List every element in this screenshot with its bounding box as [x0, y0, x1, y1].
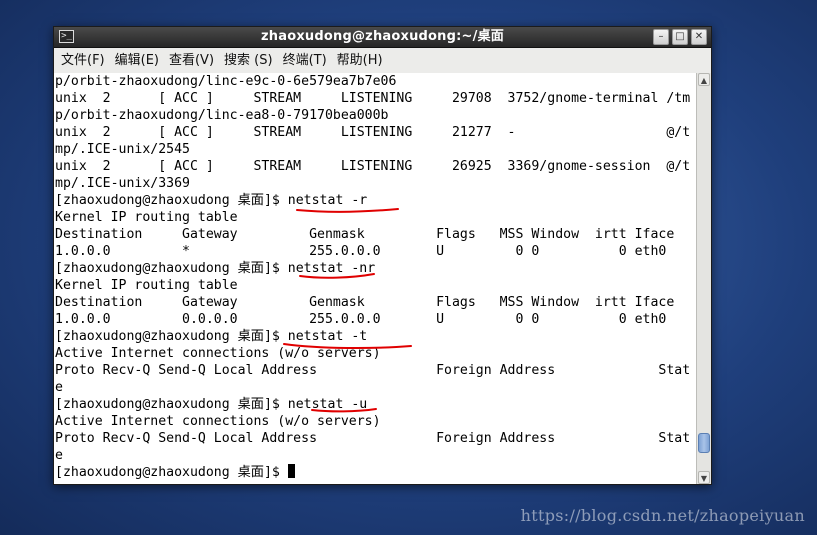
terminal-line: [zhaoxudong@zhaoxudong 桌面]$ netstat -r [55, 193, 368, 208]
menu-bar: 文件(F) 编辑(E) 查看(V) 搜索 (S) 终端(T) 帮助(H) [54, 48, 711, 74]
menu-help[interactable]: 帮助(H) [333, 48, 387, 73]
terminal-line: Proto Recv-Q Send-Q Local Address Foreig… [55, 363, 691, 378]
maximize-button[interactable]: □ [672, 29, 688, 45]
watermark: https://blog.csdn.net/zhaopeiyuan [520, 506, 805, 525]
terminal-line: e [55, 448, 63, 463]
terminal-line: 1.0.0.0 0.0.0.0 255.0.0.0 U 0 0 0 eth0 [55, 312, 667, 327]
menu-view[interactable]: 查看(V) [165, 48, 218, 73]
scrollbar-thumb[interactable] [698, 432, 710, 453]
menu-terminal[interactable]: 终端(T) [279, 48, 331, 73]
menu-search[interactable]: 搜索 (S) [220, 48, 277, 73]
window-title: zhaoxudong@zhaoxudong:~/桌面 [261, 29, 504, 44]
terminal-line: [zhaoxudong@zhaoxudong 桌面]$ netstat -nr [55, 261, 376, 276]
terminal-line: Destination Gateway Genmask Flags MSS Wi… [55, 227, 675, 242]
close-button[interactable]: ✕ [691, 29, 707, 45]
minimize-button[interactable]: – [653, 29, 669, 45]
terminal-line: unix 2 [ ACC ] STREAM LISTENING 26925 33… [55, 159, 691, 174]
terminal-window: >_ zhaoxudong@zhaoxudong:~/桌面 – □ ✕ 文件(F… [53, 26, 712, 485]
terminal-line: Proto Recv-Q Send-Q Local Address Foreig… [55, 431, 691, 446]
terminal-line: unix 2 [ ACC ] STREAM LISTENING 29708 37… [55, 91, 691, 106]
terminal-line: Destination Gateway Genmask Flags MSS Wi… [55, 295, 675, 310]
terminal-line: 1.0.0.0 * 255.0.0.0 U 0 0 0 eth0 [55, 244, 667, 259]
arrow-up-icon[interactable]: ▲ [698, 73, 710, 86]
terminal-line: [zhaoxudong@zhaoxudong 桌面]$ netstat -u [55, 397, 368, 412]
menu-edit[interactable]: 编辑(E) [111, 48, 163, 73]
prompt-line[interactable]: [zhaoxudong@zhaoxudong 桌面]$ [55, 464, 690, 481]
terminal-line: Kernel IP routing table [55, 210, 238, 225]
terminal-line: Kernel IP routing table [55, 278, 238, 293]
arrow-down-icon[interactable]: ▼ [698, 471, 710, 484]
terminal-line: Active Internet connections (w/o servers… [55, 414, 381, 429]
terminal-line: p/orbit-zhaoxudong/linc-e9c-0-6e579ea7b7… [55, 74, 397, 89]
terminal-line: unix 2 [ ACC ] STREAM LISTENING 21277 - … [55, 125, 691, 140]
scrollbar[interactable]: ▲ ▼ [696, 73, 711, 484]
prompt: [zhaoxudong@zhaoxudong 桌面]$ [55, 465, 288, 480]
window-controls: – □ ✕ [653, 29, 707, 45]
terminal-line: mp/.ICE-unix/3369 [55, 176, 190, 191]
menu-file[interactable]: 文件(F) [57, 48, 109, 73]
title-bar[interactable]: >_ zhaoxudong@zhaoxudong:~/桌面 – □ ✕ [54, 27, 711, 48]
terminal-line: p/orbit-zhaoxudong/linc-ea8-0-79170bea00… [55, 108, 389, 123]
terminal-line: mp/.ICE-unix/2545 [55, 142, 190, 157]
terminal-output[interactable]: p/orbit-zhaoxudong/linc-e9c-0-6e579ea7b7… [54, 73, 696, 484]
text-cursor [287, 464, 295, 478]
terminal-line: Active Internet connections (w/o servers… [55, 346, 381, 361]
terminal-line: e [55, 380, 63, 395]
terminal-line: [zhaoxudong@zhaoxudong 桌面]$ netstat -t [55, 329, 368, 344]
